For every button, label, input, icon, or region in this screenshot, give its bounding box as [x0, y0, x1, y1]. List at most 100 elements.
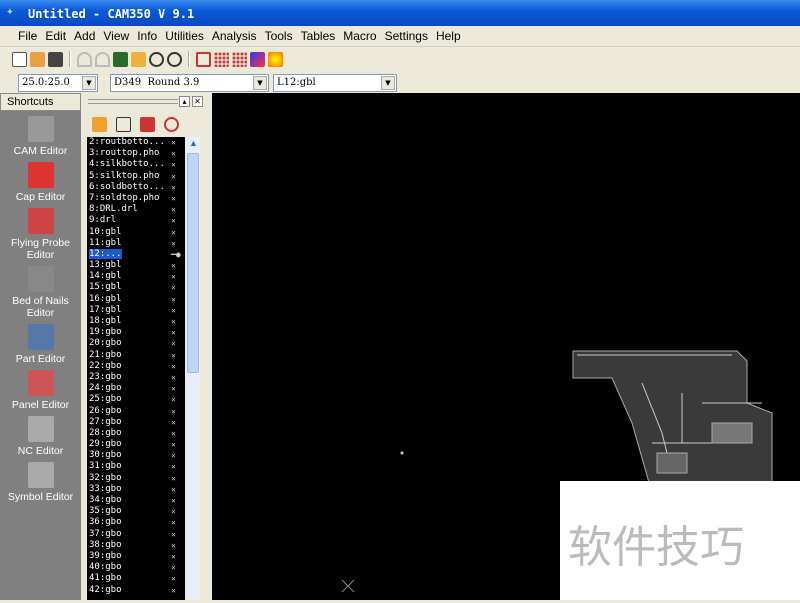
layer-row[interactable]: 34:gbo ✕ — [87, 495, 185, 506]
layer-row[interactable]: 3:routtop.pho ✕ — [87, 148, 185, 159]
layer-row[interactable]: 18:gbl ✕ — [87, 316, 185, 327]
layer-row[interactable]: 39:gbo ✕ — [87, 551, 185, 562]
menu-file[interactable]: File — [18, 29, 37, 46]
hide-layer-icon[interactable]: ✕ — [171, 271, 176, 282]
hide-layer-icon[interactable]: ✕ — [171, 495, 176, 506]
layer-settings-icon[interactable] — [164, 117, 179, 132]
open-icon[interactable] — [30, 51, 45, 67]
hide-layer-icon[interactable]: ✕ — [171, 417, 176, 428]
redo-icon[interactable] — [95, 51, 110, 67]
chevron-down-icon[interactable]: ▼ — [253, 76, 267, 90]
hide-layer-icon[interactable]: ✕ — [171, 484, 176, 495]
menu-tables[interactable]: Tables — [301, 29, 336, 46]
hide-layer-icon[interactable]: ✕ — [171, 193, 176, 204]
shortcut-nc-editor[interactable]: NC Editor — [0, 416, 81, 457]
layer-row[interactable]: 11:gbl ✕ — [87, 238, 185, 249]
hide-layer-icon[interactable]: ✕ — [171, 148, 176, 159]
hide-layer-icon[interactable]: ✕ — [171, 171, 176, 182]
layer-scrollbar[interactable]: ▲ — [186, 137, 200, 600]
hide-layer-icon[interactable]: ✕ — [171, 517, 176, 528]
layer-row[interactable]: 35:gbo ✕ — [87, 506, 185, 517]
layer-row[interactable]: 21:gbo ✕ — [87, 350, 185, 361]
menu-utilities[interactable]: Utilities — [165, 29, 204, 46]
menu-macro[interactable]: Macro — [343, 29, 376, 46]
hide-layer-icon[interactable]: ✕ — [171, 573, 176, 584]
menu-settings[interactable]: Settings — [385, 29, 428, 46]
shortcut-cap-editor[interactable]: Cap Editor — [0, 162, 81, 203]
hide-layer-icon[interactable]: ✕ — [171, 294, 176, 305]
layer-row[interactable]: 37:gbo ✕ — [87, 529, 185, 540]
layer-row[interactable]: 32:gbo ✕ — [87, 473, 185, 484]
shortcut-symbol-editor[interactable]: Symbol Editor — [0, 462, 81, 503]
clear-icon[interactable] — [131, 51, 146, 67]
layer-icon[interactable] — [196, 51, 211, 67]
hide-layer-icon[interactable]: ✕ — [171, 282, 176, 293]
layer-row[interactable]: 23:gbo ✕ — [87, 372, 185, 383]
aperture-select[interactable]: D349 Round 3.9 ▼ — [110, 74, 269, 92]
layer-row[interactable]: 25:gbo ✕ — [87, 394, 185, 405]
hide-layer-icon[interactable]: ✕ — [171, 372, 176, 383]
hide-layer-icon[interactable]: ✕ — [171, 137, 176, 148]
hide-layer-icon[interactable]: ✕ — [171, 506, 176, 517]
hide-layer-icon[interactable]: ✕ — [171, 316, 176, 327]
layer-row[interactable]: 33:gbo ✕ — [87, 484, 185, 495]
hide-layer-icon[interactable]: ✕ — [171, 406, 176, 417]
clear-layers-icon[interactable] — [92, 117, 107, 132]
layer-row[interactable]: 26:gbo ✕ — [87, 406, 185, 417]
layer-row[interactable]: 22:gbo ✕ — [87, 361, 185, 372]
layer-row[interactable]: 28:gbo ✕ — [87, 428, 185, 439]
panel-grip[interactable] — [88, 99, 178, 104]
hide-layer-icon[interactable]: ✕ — [171, 461, 176, 472]
layer-row[interactable]: 42:gbo ✕ — [87, 585, 185, 596]
hide-layer-icon[interactable]: ✕ — [171, 260, 176, 271]
active-toggle-icon[interactable]: ━● — [171, 249, 181, 260]
layer-row[interactable]: 31:gbo ✕ — [87, 461, 185, 472]
shortcut-flying-probe-editor[interactable]: Flying Probe Editor — [0, 208, 81, 261]
shortcut-panel-editor[interactable]: Panel Editor — [0, 370, 81, 411]
menu-view[interactable]: View — [103, 29, 129, 46]
hide-layer-icon[interactable]: ✕ — [171, 551, 176, 562]
minimize-button[interactable]: ▴ — [179, 96, 190, 107]
close-button[interactable]: ✕ — [192, 96, 203, 107]
menu-analysis[interactable]: Analysis — [212, 29, 257, 46]
hide-layer-icon[interactable]: ✕ — [171, 540, 176, 551]
menu-add[interactable]: Add — [74, 29, 95, 46]
layer-row[interactable]: 29:gbo ✕ — [87, 439, 185, 450]
colors-icon[interactable] — [250, 51, 265, 67]
chevron-down-icon[interactable]: ▼ — [82, 76, 96, 90]
grid-icon[interactable] — [232, 51, 247, 67]
shortcut-cam-editor[interactable]: CAM Editor — [0, 116, 81, 157]
hide-layer-icon[interactable]: ✕ — [171, 428, 176, 439]
layer-row[interactable]: 24:gbo ✕ — [87, 383, 185, 394]
hide-layer-icon[interactable]: ✕ — [171, 439, 176, 450]
grid-snap-icon[interactable] — [214, 51, 229, 67]
save-icon[interactable] — [48, 51, 63, 67]
hide-layer-icon[interactable]: ✕ — [171, 182, 176, 193]
zoom-out-icon[interactable] — [167, 51, 182, 67]
layer-row[interactable]: 12:... ━● — [87, 248, 185, 260]
scroll-up-icon[interactable]: ▲ — [189, 138, 198, 148]
layer-book-icon[interactable] — [140, 117, 155, 132]
grid-select[interactable]: 25.0:25.0 ▼ — [18, 74, 98, 92]
layer-row[interactable]: 10:gbl ✕ — [87, 227, 185, 238]
hide-layer-icon[interactable]: ✕ — [171, 473, 176, 484]
hide-layer-icon[interactable]: ✕ — [171, 562, 176, 573]
layer-row[interactable]: 14:gbl ✕ — [87, 271, 185, 282]
menu-info[interactable]: Info — [137, 29, 157, 46]
shortcut-bed-of-nails-editor[interactable]: Bed of Nails Editor — [0, 266, 81, 319]
hide-layer-icon[interactable]: ✕ — [171, 450, 176, 461]
add-layer-icon[interactable] — [116, 117, 131, 132]
hide-layer-icon[interactable]: ✕ — [171, 215, 176, 226]
layer-row[interactable]: 30:gbo ✕ — [87, 450, 185, 461]
hide-layer-icon[interactable]: ✕ — [171, 204, 176, 215]
scroll-thumb[interactable] — [187, 153, 199, 373]
layer-row[interactable]: 2:routbotto... ✕ — [87, 137, 185, 148]
layer-select[interactable]: L12:gbl ▼ — [273, 74, 397, 92]
hide-layer-icon[interactable]: ✕ — [171, 338, 176, 349]
hide-layer-icon[interactable]: ✕ — [171, 327, 176, 338]
layer-row[interactable]: 15:gbl ✕ — [87, 282, 185, 293]
chevron-down-icon[interactable]: ▼ — [381, 76, 395, 90]
layer-row[interactable]: 36:gbo ✕ — [87, 517, 185, 528]
hide-layer-icon[interactable]: ✕ — [171, 361, 176, 372]
hide-layer-icon[interactable]: ✕ — [171, 383, 176, 394]
